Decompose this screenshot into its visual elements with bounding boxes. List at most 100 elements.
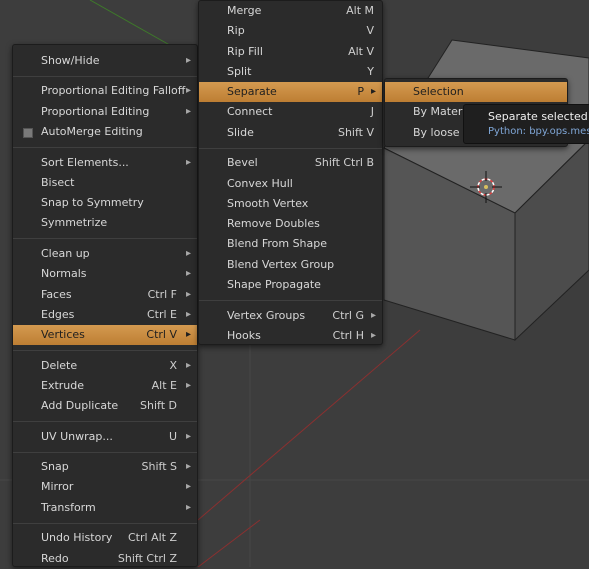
menu-item-label: Mirror xyxy=(41,480,74,494)
menu-item-label: Merge xyxy=(227,4,262,17)
submenu-arrow-icon: ▸ xyxy=(185,105,191,117)
tooltip-python: Python: bpy.ops.mesh.s xyxy=(488,126,589,137)
submenu-arrow-icon: ▸ xyxy=(185,288,191,300)
menu-item-sort-elements[interactable]: Sort Elements... ▸ xyxy=(13,153,197,173)
menu-item-label: Redo xyxy=(41,551,69,565)
menu-item-label: Transform xyxy=(41,500,96,514)
menu-item-label: Delete xyxy=(41,358,78,372)
menu-item-label: Slide xyxy=(227,125,254,139)
menu-item-uv-unwrap[interactable]: UV Unwrap... U ▸ xyxy=(13,427,197,447)
menu-item-shortcut: Alt V xyxy=(348,44,374,58)
vertices-submenu: Merge Alt M Rip V Rip Fill Alt V Split Y Separat… xyxy=(198,0,383,345)
vertices-item-blend-from-shape[interactable]: Blend From Shape xyxy=(199,234,382,254)
menu-item-label: Snap to Symmetry xyxy=(41,196,144,210)
vertices-item-connect[interactable]: Connect J xyxy=(199,102,382,122)
menu-item-edges[interactable]: Edges Ctrl E ▸ xyxy=(13,305,197,325)
menu-item-label: Rip xyxy=(227,24,245,38)
submenu-arrow-icon: ▸ xyxy=(185,430,191,442)
menu-item-mirror[interactable]: Mirror ▸ xyxy=(13,477,197,497)
menu-separator xyxy=(13,421,197,423)
menu-item-faces[interactable]: Faces Ctrl F ▸ xyxy=(13,285,197,305)
vertices-item-blend-vertex-group[interactable]: Blend Vertex Group xyxy=(199,255,382,275)
vertices-item-hooks[interactable]: Hooks Ctrl H ▸ xyxy=(199,326,382,346)
menu-item-label: Normals xyxy=(41,267,87,281)
menu-item-shortcut: Ctrl H xyxy=(332,328,364,342)
menu-item-shortcut: J xyxy=(370,105,374,119)
vertices-item-remove-doubles[interactable]: Remove Doubles xyxy=(199,214,382,234)
menu-item-shortcut: U xyxy=(168,429,177,443)
vertices-item-split[interactable]: Split Y xyxy=(199,62,382,82)
vertices-item-shape-propagate[interactable]: Shape Propagate xyxy=(199,275,382,295)
menu-item-automerge-editing[interactable]: AutoMerge Editing xyxy=(13,122,197,142)
menu-item-label: Shape Propagate xyxy=(227,278,321,292)
vertices-item-rip[interactable]: Rip V xyxy=(199,21,382,41)
menu-item-label: Faces xyxy=(41,287,72,301)
submenu-arrow-icon: ▸ xyxy=(185,268,191,280)
menu-item-label: Sort Elements... xyxy=(41,155,129,169)
mesh-specials-menu: Show/Hide ▸ Proportional Editing Falloff ▸ P… xyxy=(12,44,198,567)
menu-separator xyxy=(13,146,197,148)
menu-item-label: Bisect xyxy=(41,175,75,189)
menu-item-shortcut: Alt M xyxy=(346,4,374,17)
menu-item-delete[interactable]: Delete X ▸ xyxy=(13,356,197,376)
submenu-arrow-icon: ▸ xyxy=(185,379,191,391)
menu-item-symmetrize[interactable]: Symmetrize xyxy=(13,213,197,233)
checkbox-icon[interactable] xyxy=(23,128,33,139)
vertices-item-convex-hull[interactable]: Convex Hull xyxy=(199,174,382,194)
vertices-item-separate[interactable]: Separate P ▸ xyxy=(199,82,382,103)
menu-item-label: Snap xyxy=(41,460,69,474)
menu-item-label: Separate xyxy=(227,85,277,99)
menu-item-proportional-editing[interactable]: Proportional Editing ▸ xyxy=(13,102,197,122)
submenu-arrow-icon: ▸ xyxy=(185,329,191,341)
menu-item-shortcut: P xyxy=(357,85,364,99)
menu-item-label: Remove Doubles xyxy=(227,217,320,231)
x-axis-line xyxy=(197,329,421,521)
menu-item-label: Vertices xyxy=(41,328,85,342)
menu-item-label: Add Duplicate xyxy=(41,399,119,413)
menu-item-label: By loose p xyxy=(413,125,471,139)
menu-item-undo-history[interactable]: Undo History Ctrl Alt Z xyxy=(13,528,197,548)
menu-item-label: Proportional Editing Falloff xyxy=(41,84,186,98)
submenu-arrow-icon: ▸ xyxy=(185,156,191,168)
menu-item-transform[interactable]: Transform ▸ xyxy=(13,498,197,518)
x-axis-line-lower xyxy=(197,519,261,567)
menu-item-normals[interactable]: Normals ▸ xyxy=(13,264,197,284)
submenu-arrow-icon: ▸ xyxy=(185,247,191,259)
menu-separator xyxy=(199,299,382,301)
menu-item-redo[interactable]: Redo Shift Ctrl Z xyxy=(13,549,197,569)
menu-item-shortcut: Ctrl F xyxy=(147,287,177,301)
menu-item-proportional-editing-falloff[interactable]: Proportional Editing Falloff ▸ xyxy=(13,81,197,101)
y-axis-line xyxy=(89,0,176,49)
menu-separator xyxy=(13,350,197,352)
submenu-arrow-icon: ▸ xyxy=(185,461,191,473)
menu-separator xyxy=(13,238,197,240)
menu-item-snap[interactable]: Snap Shift S ▸ xyxy=(13,457,197,477)
menu-item-label: Blend From Shape xyxy=(227,237,328,251)
menu-item-snap-to-symmetry[interactable]: Snap to Symmetry xyxy=(13,193,197,213)
menu-item-show-hide[interactable]: Show/Hide ▸ xyxy=(13,51,197,71)
menu-item-label: Split xyxy=(227,64,252,78)
vertices-item-bevel[interactable]: Bevel Shift Ctrl B xyxy=(199,153,382,173)
menu-item-clean-up[interactable]: Clean up ▸ xyxy=(13,244,197,264)
menu-item-bisect[interactable]: Bisect xyxy=(13,173,197,193)
menu-item-shortcut: Shift D xyxy=(140,399,177,413)
vertices-item-slide[interactable]: Slide Shift V xyxy=(199,123,382,143)
tooltip: Separate selected ge Python: bpy.ops.mes… xyxy=(463,104,589,144)
vertices-item-smooth-vertex[interactable]: Smooth Vertex xyxy=(199,194,382,214)
menu-item-label: Connect xyxy=(227,105,273,119)
menu-item-label: UV Unwrap... xyxy=(41,429,113,443)
menu-item-label: Blend Vertex Group xyxy=(227,257,335,271)
vertices-item-vertex-groups[interactable]: Vertex Groups Ctrl G ▸ xyxy=(199,306,382,326)
menu-item-shortcut: Shift Ctrl Z xyxy=(117,551,177,565)
menu-item-label: Smooth Vertex xyxy=(227,196,309,210)
menu-item-shortcut: Ctrl E xyxy=(146,307,177,321)
menu-item-extrude[interactable]: Extrude Alt E ▸ xyxy=(13,376,197,396)
menu-item-label: Symmetrize xyxy=(41,216,108,230)
vertices-item-rip-fill[interactable]: Rip Fill Alt V xyxy=(199,42,382,62)
vertices-item-merge[interactable]: Merge Alt M xyxy=(199,1,382,21)
menu-item-vertices[interactable]: Vertices Ctrl V ▸ xyxy=(13,325,197,346)
menu-item-add-duplicate[interactable]: Add Duplicate Shift D xyxy=(13,396,197,416)
separate-item-selection[interactable]: Selection xyxy=(385,82,567,103)
menu-separator xyxy=(13,522,197,524)
menu-item-shortcut: Ctrl G xyxy=(332,308,364,322)
